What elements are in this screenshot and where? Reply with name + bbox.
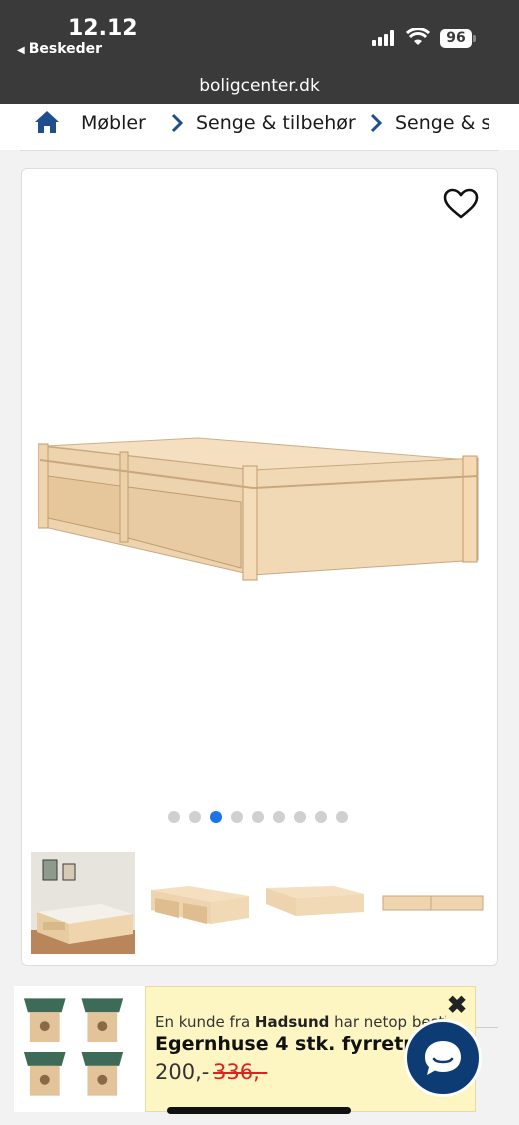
chevron-right-icon [171, 113, 184, 133]
close-icon[interactable]: ✖ [447, 994, 467, 1018]
breadcrumb-overflow-clip: Senge & s [395, 104, 489, 150]
thumbnail-bed-frame[interactable] [264, 852, 368, 954]
carousel-dot[interactable] [168, 811, 180, 823]
carousel-dot[interactable] [336, 811, 348, 823]
wifi-icon [406, 28, 430, 45]
home-icon[interactable] [34, 110, 60, 134]
thumbnail-bed-side-view[interactable] [381, 852, 485, 954]
carousel-dot[interactable] [273, 811, 285, 823]
carousel-dot[interactable] [315, 811, 327, 823]
thumbnail-bed-with-drawers[interactable] [149, 852, 253, 954]
battery-tip [473, 35, 476, 42]
clock: 12.12 [68, 16, 138, 41]
popup-message: En kunde fra Hadsund har netop bestilt [155, 1013, 446, 1031]
divider [20, 150, 498, 151]
carousel-dot[interactable] [294, 811, 306, 823]
product-main-image[interactable] [38, 430, 482, 586]
breadcrumb-item-mobler[interactable]: Møbler [81, 112, 146, 134]
carousel-dot-active[interactable] [210, 811, 222, 823]
popup-text-area: En kunde fra Hadsund har netop bestilt E… [146, 986, 446, 1112]
breadcrumb-item-senge-tilbehor[interactable]: Senge & tilbehør [196, 112, 356, 134]
carousel-dot[interactable] [189, 811, 201, 823]
popup-city: Hadsund [254, 1013, 330, 1031]
back-label: Beskeder [28, 41, 103, 57]
carousel-dot[interactable] [252, 811, 264, 823]
breadcrumb-item-senge-s[interactable]: Senge & s [395, 112, 489, 134]
chat-icon [425, 1041, 461, 1075]
heart-icon[interactable] [443, 188, 479, 220]
popup-product-title[interactable]: Egernhuse 4 stk. fyrretræ [155, 1033, 433, 1055]
carousel-dots [168, 811, 348, 823]
chat-button[interactable] [404, 1019, 482, 1097]
back-triangle-icon: ◀ [17, 45, 25, 56]
cellular-signal-icon [372, 30, 396, 46]
popup-message-prefix: En kunde fra [155, 1013, 255, 1031]
chevron-right-icon [370, 113, 383, 133]
home-indicator [167, 1107, 351, 1114]
thumbnail-bed-in-room[interactable] [31, 852, 135, 954]
back-to-messages-link[interactable]: ◀ Beskeder [17, 41, 102, 57]
popup-old-price: 336,- [213, 1060, 268, 1084]
browser-url[interactable]: boligcenter.dk [0, 76, 519, 96]
battery-indicator: 96 [440, 29, 472, 48]
status-bar: 12.12 ◀ Beskeder 96 boligcenter.dk [0, 0, 519, 104]
popup-price: 200,- [155, 1060, 210, 1084]
carousel-dot[interactable] [231, 811, 243, 823]
popup-product-image [14, 986, 146, 1112]
